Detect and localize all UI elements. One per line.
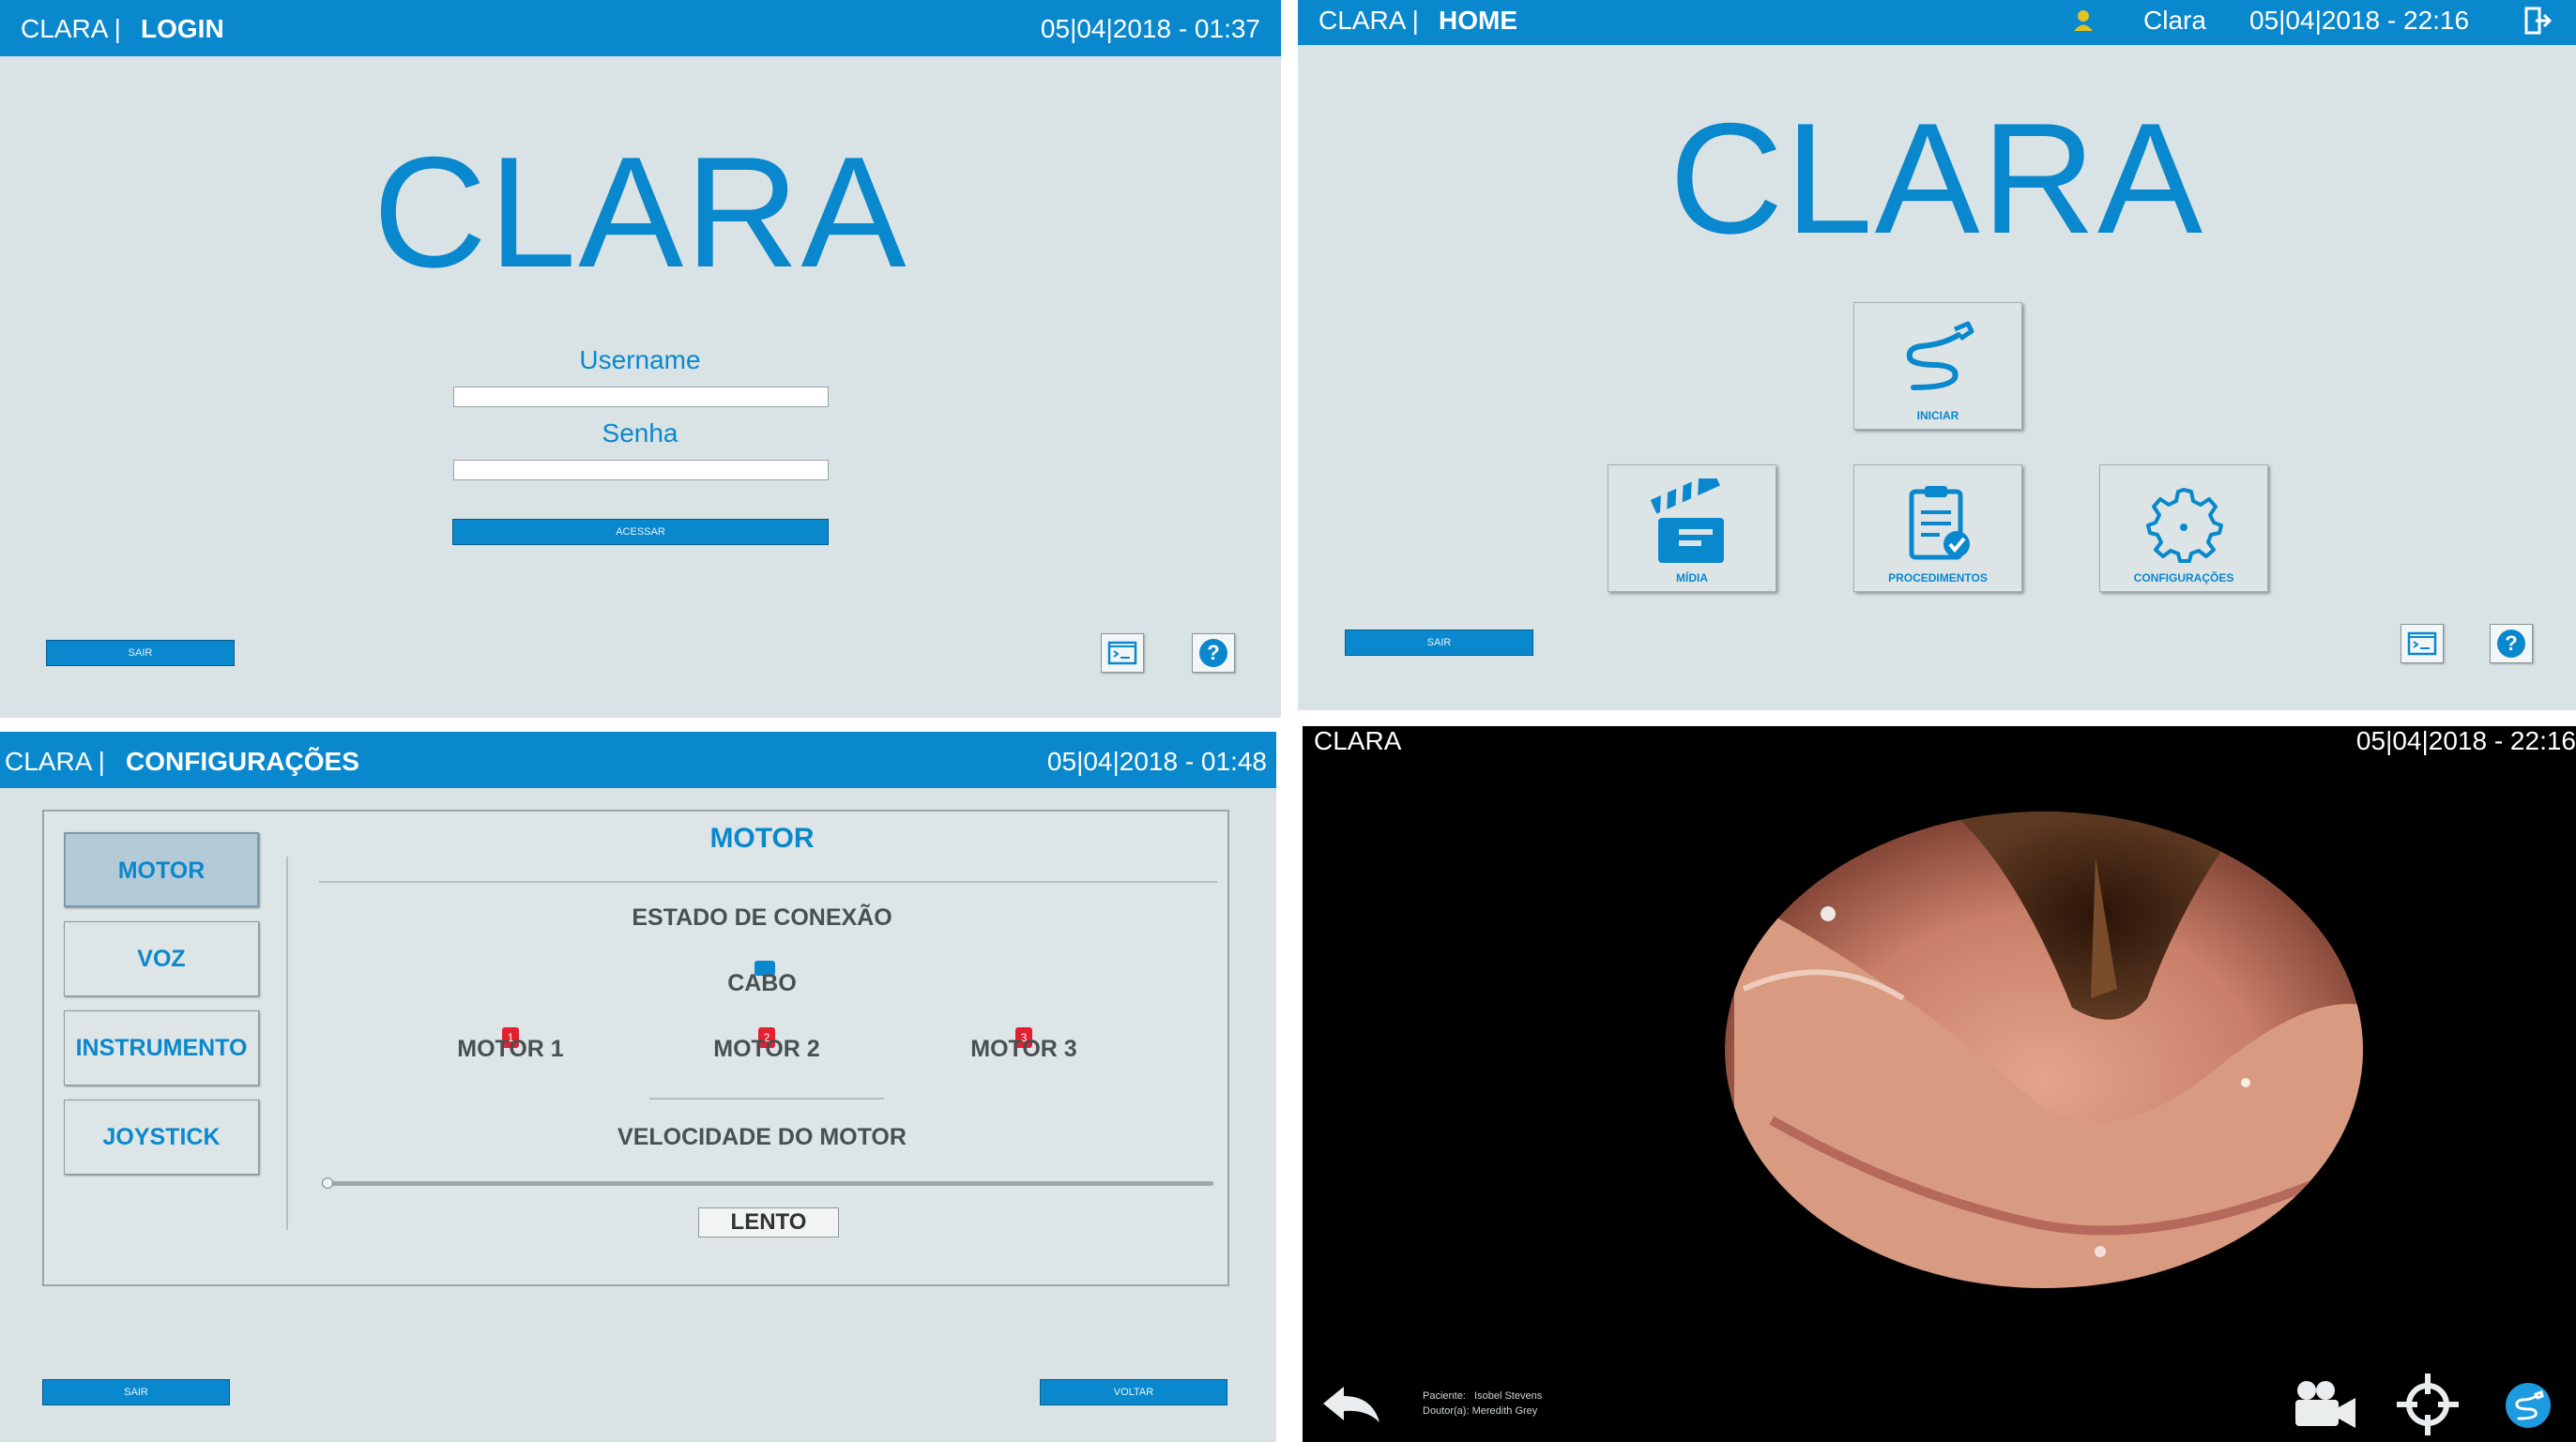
speed-divider xyxy=(649,1098,884,1100)
menu-joystick[interactable]: JOYSTICK xyxy=(64,1100,259,1175)
username-field[interactable] xyxy=(453,387,829,407)
help-button[interactable]: ? xyxy=(2490,624,2533,663)
exit-button[interactable]: SAIR xyxy=(46,640,235,666)
back-button[interactable]: VOLTAR xyxy=(1040,1379,1227,1405)
media-label: MÍDIA xyxy=(1676,571,1708,584)
svg-text:?: ? xyxy=(1207,641,1219,664)
settings-frame: MOTOR VOZ INSTRUMENTO JOYSTICK MOTOR EST… xyxy=(42,810,1229,1286)
datetime: 05|04|2018 - 22:16 xyxy=(2249,6,2470,35)
gear-icon xyxy=(2146,488,2223,563)
app-logo: CLARA xyxy=(373,124,908,300)
page-title: LOGIN xyxy=(141,14,224,43)
procedures-label: PROCEDIMENTOS xyxy=(1888,571,1988,584)
user-icon xyxy=(2074,10,2093,31)
login-button[interactable]: ACESSAR xyxy=(452,519,829,545)
password-field[interactable] xyxy=(453,460,829,480)
doctor-label: Doutor(a): xyxy=(1423,1405,1470,1417)
patient-row: Paciente: Isobel Stevens xyxy=(1423,1389,1542,1404)
menu-divider xyxy=(286,857,288,1230)
connection-title: ESTADO DE CONEXÃO xyxy=(632,904,892,931)
menu-motor[interactable]: MOTOR xyxy=(64,832,259,907)
patient-label: Paciente: xyxy=(1423,1390,1466,1402)
motor-1-label: MOTOR 1 xyxy=(457,1036,564,1062)
username-label: Username xyxy=(579,345,701,374)
endoscope-icon[interactable] xyxy=(2504,1381,2553,1430)
patient-name: Isobel Stevens xyxy=(1474,1390,1543,1402)
start-label: INICIAR xyxy=(1916,409,1959,422)
slider-thumb[interactable] xyxy=(322,1177,333,1189)
settings-screen: CLARA | CONFIGURAÇÕES 05|04|2018 - 01:48… xyxy=(0,732,1276,1442)
page-title: CONFIGURAÇÕES xyxy=(126,747,359,776)
media-tile[interactable]: MÍDIA xyxy=(1608,464,1776,592)
terminal-icon xyxy=(2407,631,2437,656)
app-name: CLARA | xyxy=(21,14,121,43)
endoscope-icon xyxy=(1906,321,1974,390)
procedures-tile[interactable]: PROCEDIMENTOS xyxy=(1853,464,2022,592)
settings-tile[interactable]: CONFIGURAÇÕES xyxy=(2099,464,2268,592)
settings-topbar: CLARA | CONFIGURAÇÕES 05|04|2018 - 01:48 xyxy=(0,732,1276,788)
crosshair-icon[interactable] xyxy=(2395,1372,2461,1437)
datetime: 05|04|2018 - 01:48 xyxy=(1046,747,1267,776)
terminal-button[interactable] xyxy=(1101,633,1144,673)
patient-info: Paciente: Isobel Stevens Doutor(a): Mere… xyxy=(1423,1389,1542,1419)
app-name: CLARA | xyxy=(1318,6,1419,35)
help-button[interactable]: ? xyxy=(1192,633,1235,673)
password-label: Senha xyxy=(602,418,678,448)
doctor-name: Meredith Grey xyxy=(1471,1405,1538,1417)
help-icon: ? xyxy=(2497,630,2525,658)
app-logo: CLARA xyxy=(1669,90,2205,266)
section-title: MOTOR xyxy=(709,823,815,854)
slider-track xyxy=(322,1181,1213,1186)
motor-2-label: MOTOR 2 xyxy=(713,1036,820,1062)
app-name: CLARA | xyxy=(5,747,105,776)
start-tile[interactable]: INICIAR xyxy=(1853,302,2022,430)
home-screen: CLARA | HOME Clara 05|04|2018 - 22:16 CL… xyxy=(1298,0,2576,710)
menu-instrumento[interactable]: INSTRUMENTO xyxy=(64,1010,259,1085)
svg-text:?: ? xyxy=(2505,631,2517,655)
help-icon: ? xyxy=(1199,639,1227,667)
speed-value: LENTO xyxy=(730,1209,807,1235)
terminal-button[interactable] xyxy=(2401,624,2444,663)
video-screen: CLARA 05|04|2018 - 22:16 Paciente: Isobe… xyxy=(1303,726,2576,1442)
terminal-icon xyxy=(1107,641,1137,665)
clipboard-check-icon xyxy=(1909,486,1970,560)
cable-label: CABO xyxy=(727,970,797,996)
speed-value-box: LENTO xyxy=(698,1207,839,1237)
menu-voz[interactable]: VOZ xyxy=(64,921,259,996)
home-topbar: CLARA | HOME Clara 05|04|2018 - 22:16 xyxy=(1298,0,2576,45)
login-screen: CLARA | LOGIN 05|04|2018 - 01:37 CLARA U… xyxy=(0,0,1281,718)
exit-button[interactable]: SAIR xyxy=(1345,630,1533,656)
user-name: Clara xyxy=(2143,6,2206,35)
endoscopy-feed xyxy=(1725,812,2363,1288)
title-divider xyxy=(319,881,1217,883)
datetime: 05|04|2018 - 01:37 xyxy=(1040,14,1260,43)
speed-title: VELOCIDADE DO MOTOR xyxy=(617,1124,907,1150)
back-arrow-icon[interactable] xyxy=(1319,1381,1385,1428)
clapperboard-icon xyxy=(1650,478,1724,563)
logout-icon[interactable] xyxy=(2523,6,2553,36)
settings-label: CONFIGURAÇÕES xyxy=(2133,571,2234,584)
exit-button[interactable]: SAIR xyxy=(42,1379,230,1405)
motor-3-label: MOTOR 3 xyxy=(970,1036,1077,1062)
page-title: HOME xyxy=(1439,6,1517,35)
speed-slider[interactable] xyxy=(322,1175,1213,1193)
video-camera-icon[interactable] xyxy=(2292,1375,2359,1432)
login-topbar: CLARA | LOGIN 05|04|2018 - 01:37 xyxy=(0,0,1281,56)
doctor-row: Doutor(a): Meredith Grey xyxy=(1423,1404,1542,1419)
